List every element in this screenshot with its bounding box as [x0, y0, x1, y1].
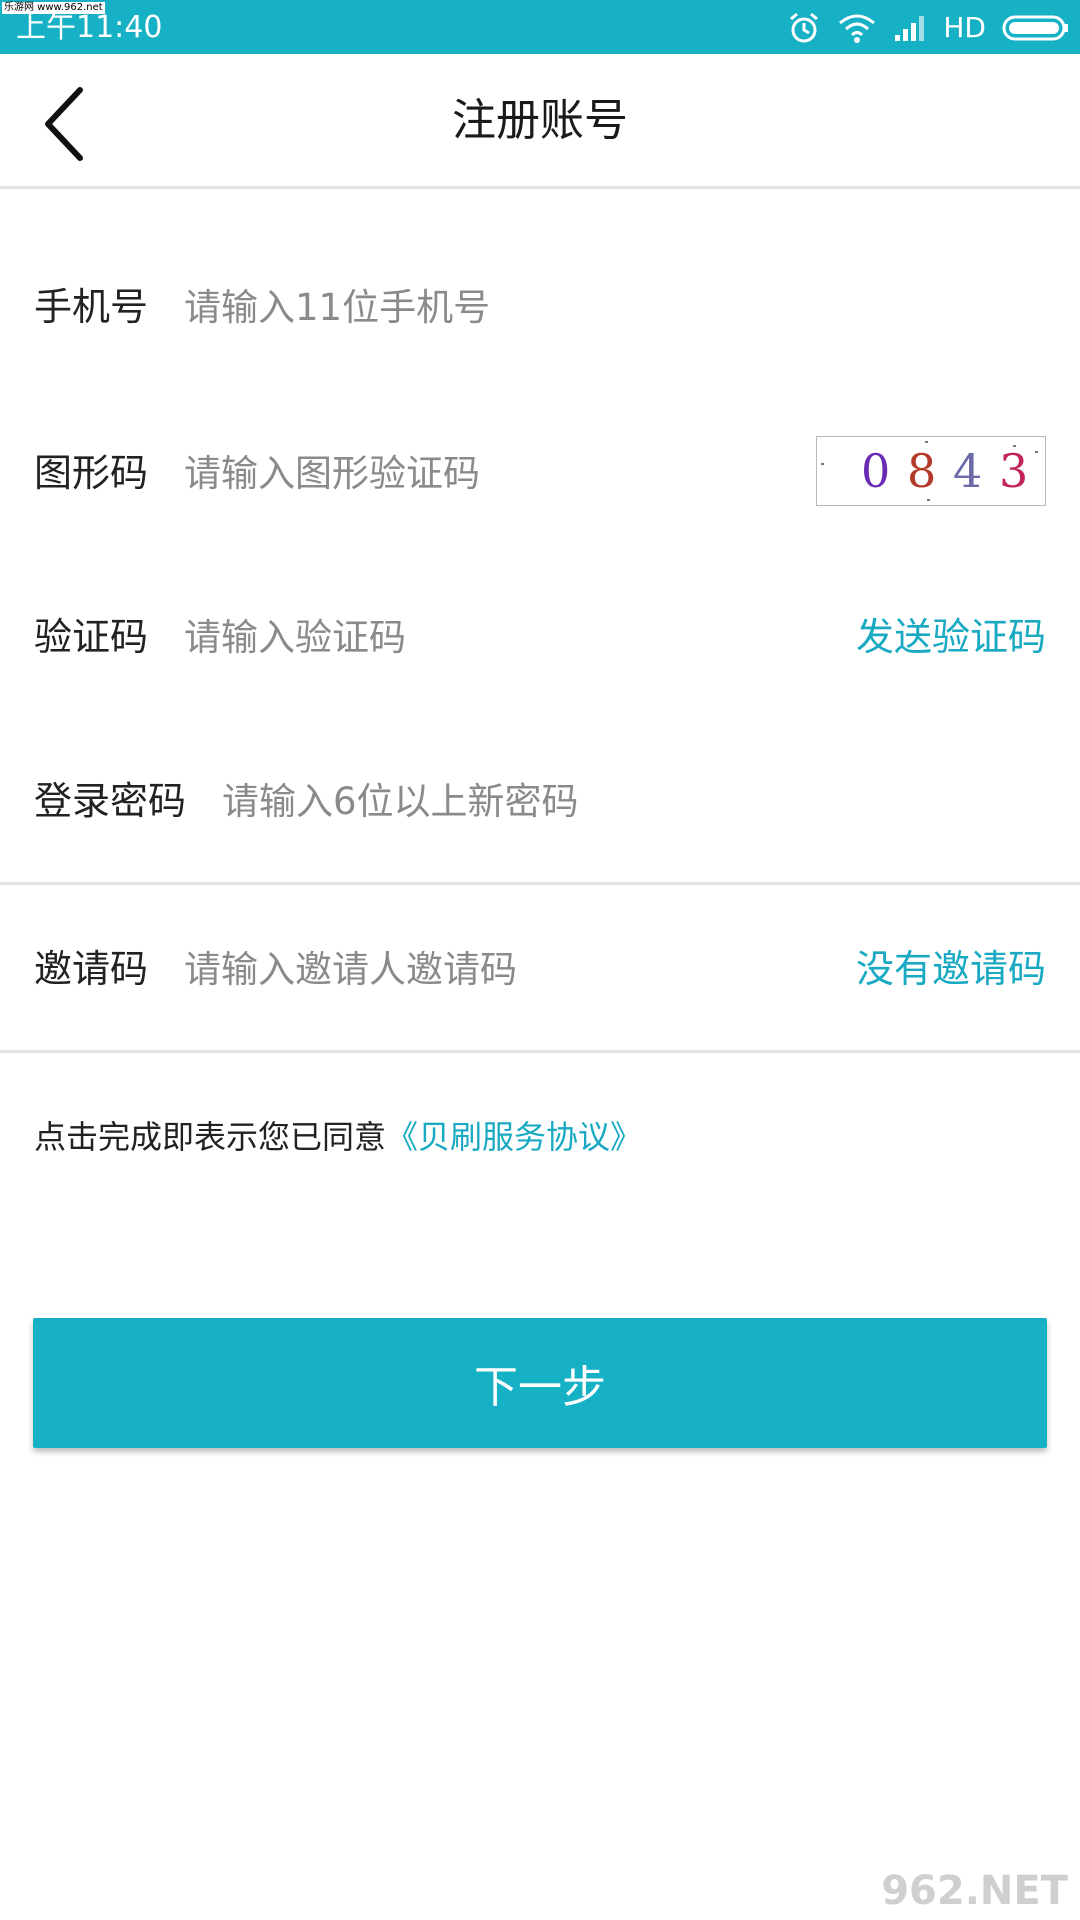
phone-label: 手机号 [34, 285, 149, 329]
invite-row: 邀请码 没有邀请码 [0, 914, 1080, 1024]
send-code-button[interactable]: 发送验证码 [856, 582, 1046, 692]
agreement-text: 点击完成即表示您已同意《贝刷服务协议》 [34, 1112, 642, 1162]
captcha-digit: 0 [861, 444, 891, 498]
captcha-noise [925, 441, 928, 443]
sms-code-input[interactable] [184, 607, 664, 667]
invite-label: 邀请码 [34, 947, 149, 991]
next-step-button[interactable]: 下一步 [33, 1318, 1047, 1448]
agreement-prefix: 点击完成即表示您已同意 [34, 1118, 387, 1156]
phone-input[interactable] [184, 277, 784, 337]
invite-input[interactable] [184, 939, 664, 999]
phone-row: 手机号 [0, 252, 1080, 362]
signal-icon [895, 16, 925, 41]
network-type: HD [943, 11, 986, 44]
alarm-icon [790, 12, 819, 43]
nav-header: 注册账号 [0, 54, 1080, 188]
sms-code-label: 验证码 [34, 615, 149, 659]
site-watermark: 962.NET [881, 1868, 1068, 1914]
status-icons: HD [787, 8, 1070, 48]
invite-divider [0, 1050, 1080, 1053]
wifi-icon [839, 14, 876, 43]
captcha-digit: 8 [907, 444, 937, 498]
header-divider [0, 186, 1080, 189]
captcha-row: 图形码 0 8 4 3 [0, 418, 1080, 528]
captcha-noise [927, 499, 930, 501]
password-input[interactable] [222, 771, 822, 831]
page-title: 注册账号 [452, 95, 628, 146]
captcha-input[interactable] [184, 443, 784, 503]
captcha-image[interactable]: 0 8 4 3 [816, 436, 1046, 506]
captcha-digit: 3 [999, 444, 1029, 498]
battery-icon [1002, 15, 1068, 41]
form-divider [0, 882, 1080, 885]
no-invite-code-link[interactable]: 没有邀请码 [856, 914, 1046, 1024]
status-bar: 上午11:40 乐游网 www.962.net HD [0, 0, 1080, 54]
captcha-noise [1013, 445, 1016, 447]
agreement-link[interactable]: 《贝刷服务协议》 [386, 1118, 642, 1156]
sms-code-row: 验证码 发送验证码 [0, 582, 1080, 692]
watermark-label: 乐游网 www.962.net [2, 2, 105, 14]
captcha-digit: 4 [953, 444, 983, 498]
password-label: 登录密码 [34, 779, 187, 823]
captcha-noise [1035, 451, 1038, 453]
status-time: 上午11:40 [16, 10, 163, 45]
captcha-noise [821, 463, 824, 465]
password-row: 登录密码 [0, 746, 1080, 856]
captcha-label: 图形码 [34, 451, 149, 495]
